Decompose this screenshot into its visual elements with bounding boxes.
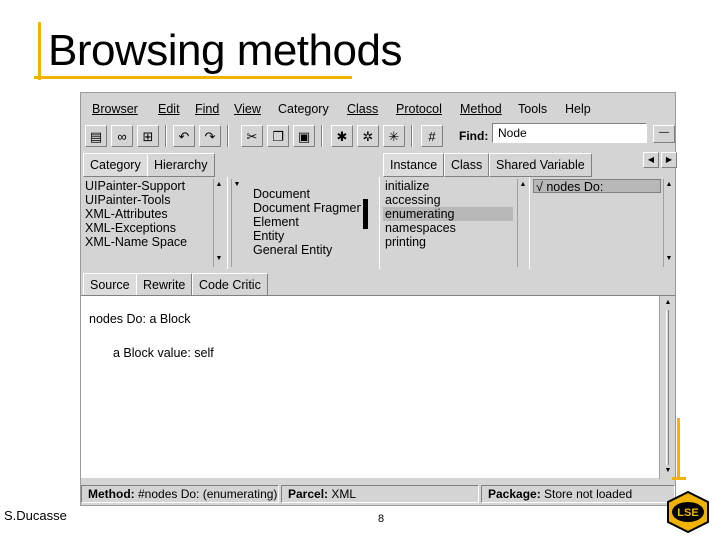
browser-icon[interactable]: ▤ bbox=[85, 125, 107, 147]
protocol-scrollbar[interactable]: ▲ bbox=[517, 179, 527, 267]
tab-rewrite[interactable]: Rewrite bbox=[136, 273, 193, 297]
undo-icon[interactable]: ↶ bbox=[173, 125, 195, 147]
redo-icon[interactable]: ↷ bbox=[199, 125, 221, 147]
scroll-up-icon[interactable]: ▼ bbox=[233, 181, 241, 189]
tab-scroll-right-icon[interactable]: ▶ bbox=[661, 152, 677, 168]
list-item[interactable]: Entity bbox=[251, 229, 367, 243]
class-hierarchy-gutter: ▼ bbox=[231, 179, 241, 267]
code-scrollbar[interactable]: ▲ ▼ bbox=[659, 296, 675, 479]
tab-hierarchy[interactable]: Hierarchy bbox=[147, 153, 215, 177]
method-list: √ nodes Do: ▲ ▼ bbox=[533, 179, 675, 267]
statusbar: Method: #nodes Do: (enumerating) Parcel:… bbox=[81, 483, 675, 505]
method-scrollbar[interactable]: ▲ ▼ bbox=[663, 179, 673, 267]
scroll-down-icon[interactable]: ▼ bbox=[663, 466, 673, 476]
menu-method[interactable]: Method bbox=[460, 102, 502, 116]
category-list: UIPainter-Support UIPainter-Tools XML-At… bbox=[83, 179, 225, 267]
title-accent-horizontal bbox=[34, 76, 352, 79]
hierarchy-icon[interactable]: ⊞ bbox=[137, 125, 159, 147]
tab-class[interactable]: Class bbox=[444, 153, 490, 177]
class-scrollbar[interactable] bbox=[361, 179, 371, 267]
toolbar-separator bbox=[227, 125, 229, 147]
code-editor[interactable]: nodes Do: a Block a Block value: self ▲ … bbox=[81, 295, 675, 479]
list-item[interactable]: Document bbox=[251, 187, 367, 201]
tab-shared-variable[interactable]: Shared Variable bbox=[489, 153, 592, 177]
list-item[interactable]: printing bbox=[383, 235, 527, 249]
run-icon[interactable]: # bbox=[421, 125, 443, 147]
svg-text:LSE: LSE bbox=[677, 507, 698, 519]
menubar: Browser Edit Find View Category Class Pr… bbox=[81, 93, 675, 119]
tab-code-critic[interactable]: Code Critic bbox=[192, 273, 268, 297]
tab-category[interactable]: Category bbox=[83, 153, 148, 177]
pane-divider[interactable] bbox=[379, 177, 380, 269]
corner-accent-horizontal bbox=[672, 477, 686, 480]
copy-icon[interactable]: ❐ bbox=[267, 125, 289, 147]
menu-find[interactable]: Find bbox=[195, 102, 219, 116]
toolbar-separator bbox=[165, 125, 167, 147]
find-dropdown-button[interactable]: — bbox=[653, 125, 675, 143]
class-list: ▼ Document Document Fragment Element Ent… bbox=[231, 179, 377, 267]
find-references-icon[interactable]: ✳ bbox=[383, 125, 405, 147]
tab-source[interactable]: Source bbox=[83, 273, 137, 297]
pane-divider[interactable] bbox=[227, 177, 228, 269]
list-item[interactable]: Document Fragment bbox=[251, 201, 367, 215]
scroll-up-icon[interactable]: ▲ bbox=[215, 181, 223, 189]
menu-category[interactable]: Category bbox=[278, 102, 329, 116]
slide-title: Browsing methods bbox=[48, 26, 402, 75]
scroll-down-icon[interactable]: ▼ bbox=[215, 255, 223, 263]
class-scroll-thumb[interactable] bbox=[363, 199, 368, 229]
list-item[interactable]: XML-Exceptions bbox=[83, 221, 225, 235]
menu-browser[interactable]: Browser bbox=[92, 102, 138, 116]
menu-help[interactable]: Help bbox=[565, 102, 591, 116]
list-item[interactable]: General Entity bbox=[251, 243, 367, 257]
scroll-down-icon[interactable]: ▼ bbox=[665, 255, 673, 263]
paste-icon[interactable]: ▣ bbox=[293, 125, 315, 147]
corner-accent-vertical bbox=[677, 418, 680, 480]
tab-scroll-left-icon[interactable]: ◀ bbox=[643, 152, 659, 168]
slide-page-number: 8 bbox=[378, 513, 385, 525]
list-item[interactable]: XML-Name Space bbox=[83, 235, 225, 249]
list-item[interactable]: UIPainter-Support bbox=[83, 179, 225, 193]
find-senders-icon[interactable]: ✱ bbox=[331, 125, 353, 147]
list-item[interactable]: XML-Attributes bbox=[83, 207, 225, 221]
menu-tools[interactable]: Tools bbox=[518, 102, 547, 116]
protocol-list: initialize accessing enumerating namespa… bbox=[383, 179, 527, 267]
scroll-up-icon[interactable]: ▲ bbox=[663, 298, 673, 308]
system-browser-window: Browser Edit Find View Category Class Pr… bbox=[80, 92, 677, 506]
slide-author: S.Ducasse bbox=[4, 508, 67, 523]
find-input[interactable] bbox=[492, 123, 647, 143]
list-item[interactable]: accessing bbox=[383, 193, 527, 207]
method-body: a Block value: self bbox=[113, 346, 214, 360]
code-scroll-track[interactable] bbox=[666, 310, 669, 465]
cut-icon[interactable]: ✂ bbox=[241, 125, 263, 147]
scroll-up-icon[interactable]: ▲ bbox=[665, 181, 673, 189]
status-parcel: Parcel: XML bbox=[281, 485, 479, 503]
status-method: Method: #nodes Do: (enumerating) bbox=[81, 485, 279, 503]
title-accent-vertical bbox=[38, 22, 41, 80]
menu-view[interactable]: View bbox=[234, 102, 261, 116]
status-package: Package: Store not loaded bbox=[481, 485, 675, 503]
lse-logo: LSE bbox=[667, 490, 709, 534]
scroll-up-icon[interactable]: ▲ bbox=[519, 181, 527, 189]
list-item-selected[interactable]: enumerating bbox=[383, 207, 513, 221]
list-item[interactable]: initialize bbox=[383, 179, 527, 193]
list-item[interactable]: namespaces bbox=[383, 221, 527, 235]
list-item-selected[interactable]: √ nodes Do: bbox=[533, 179, 661, 194]
menu-class[interactable]: Class bbox=[347, 102, 378, 116]
tab-instance[interactable]: Instance bbox=[383, 153, 445, 177]
list-item[interactable]: Element bbox=[251, 215, 367, 229]
binoculars-icon[interactable]: ∞ bbox=[111, 125, 133, 147]
pane-divider[interactable] bbox=[529, 177, 530, 269]
menu-protocol[interactable]: Protocol bbox=[396, 102, 442, 116]
find-label: Find: bbox=[459, 129, 489, 143]
list-item[interactable]: UIPainter-Tools bbox=[83, 193, 225, 207]
tab-scroll-arrows: ◀ ▶ bbox=[643, 152, 677, 168]
toolbar-separator bbox=[321, 125, 323, 147]
find-implementors-icon[interactable]: ✲ bbox=[357, 125, 379, 147]
toolbar-separator bbox=[411, 125, 413, 147]
method-signature: nodes Do: a Block bbox=[89, 312, 191, 326]
checkmark-icon: √ bbox=[536, 180, 543, 194]
menu-edit[interactable]: Edit bbox=[158, 102, 180, 116]
category-scrollbar[interactable]: ▲ ▼ bbox=[213, 179, 223, 267]
